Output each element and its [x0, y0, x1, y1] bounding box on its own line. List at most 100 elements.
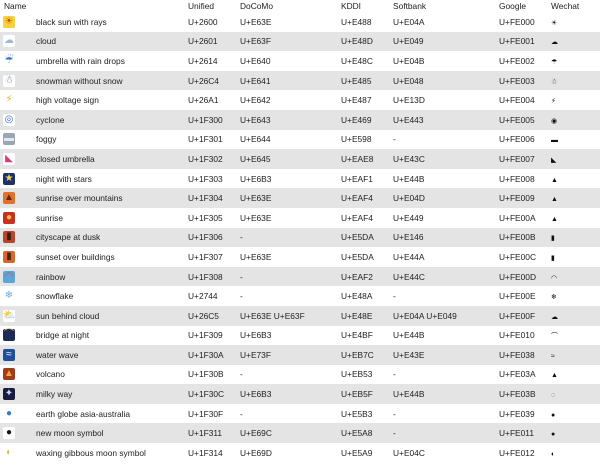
emoji-name: snowflake: [34, 286, 184, 306]
header-softbank[interactable]: Softbank: [389, 0, 495, 12]
emoji-name: black sun with rays: [34, 12, 184, 32]
softbank-code: U+E44C: [389, 266, 495, 287]
bridge-night-icon: ⌒: [3, 329, 15, 342]
cityscape-dusk-icon: ▮: [3, 231, 15, 244]
kddi-code: U+EB5F: [337, 384, 389, 404]
wechat-icon: ≈: [551, 352, 555, 360]
softbank-code: U+E146: [389, 227, 495, 248]
wechat-cell: ●: [547, 423, 600, 444]
softbank-code: U+E04A U+E049: [389, 305, 495, 326]
sunrise-icon: ●: [3, 211, 15, 224]
closed-umbrella-icon: ◣: [3, 152, 15, 165]
google-code: U+FE005: [495, 109, 547, 130]
header-docomo[interactable]: DoCoMo: [236, 0, 337, 12]
unified-code: U+1F308: [184, 266, 236, 287]
docomo-code: U+E69D: [236, 443, 337, 463]
unified-code: U+1F314: [184, 443, 236, 463]
wechat-icon: ◣: [551, 156, 557, 164]
kddi-code: U+EAF2: [337, 266, 389, 287]
docomo-code: -: [236, 266, 337, 287]
wechat-icon: ▲: [551, 372, 558, 380]
header-kddi[interactable]: KDDI: [337, 0, 389, 12]
softbank-code: U+E443: [389, 109, 495, 130]
wechat-cell: ☂: [547, 51, 600, 71]
docomo-code: U+E640: [236, 51, 337, 71]
unified-code: U+1F306: [184, 227, 236, 248]
cloud-icon: ☁: [3, 35, 15, 48]
header-google[interactable]: Google: [495, 0, 547, 12]
snowman-icon: ☃: [3, 74, 15, 87]
emoji-cell: ◣: [0, 149, 34, 169]
header-name[interactable]: Name: [0, 0, 184, 12]
kddi-code: U+E598: [337, 129, 389, 150]
earth-globe-icon: ●: [3, 407, 15, 420]
wechat-cell: ▲: [547, 168, 600, 189]
wechat-cell: ☁: [547, 31, 600, 52]
table-row: ▮ sunset over buildings U+1F307 U+E63E U+E5D…: [0, 247, 600, 267]
table-row: ◐ waxing gibbous moon symbol U+1F314 U+E69D…: [0, 443, 600, 463]
wechat-icon: ▬: [551, 137, 558, 145]
table-row: ◣ closed umbrella U+1F302 U+E645 U+EAE8 U+E43…: [0, 149, 600, 169]
google-code: U+FE039: [495, 403, 547, 424]
table-row: ● sunrise U+1F305 U+E63E U+EAF4 U+E449 U+FE00A…: [0, 207, 600, 228]
emoji-cell: ⌒: [0, 325, 34, 346]
kddi-code: U+E48E: [337, 305, 389, 326]
docomo-code: U+E63E: [236, 188, 337, 208]
emoji-cell: ●: [0, 423, 34, 444]
unified-code: U+1F30A: [184, 345, 236, 365]
google-code: U+FE00E: [495, 286, 547, 306]
header-wechat[interactable]: Wechat: [547, 0, 600, 12]
unified-code: U+2744: [184, 286, 236, 306]
table-row: ☃ snowman without snow U+26C4 U+E641 U+E485 U…: [0, 70, 600, 91]
emoji-cell: ☃: [0, 70, 34, 91]
kddi-code: U+E5DA: [337, 247, 389, 267]
google-code: U+FE007: [495, 149, 547, 169]
emoji-cell: ⚡: [0, 90, 34, 110]
emoji-cell: ◎: [0, 109, 34, 130]
emoji-name: milky way: [34, 384, 184, 404]
docomo-code: U+E643: [236, 109, 337, 130]
softbank-code: U+E04C: [389, 443, 495, 463]
emoji-cell: ≈: [0, 345, 34, 365]
foggy-icon: ▬: [3, 133, 15, 146]
header-unified[interactable]: Unified: [184, 0, 236, 12]
kddi-code: U+EAF1: [337, 168, 389, 189]
kddi-code: U+EB7C: [337, 345, 389, 365]
emoji-name: sunrise over mountains: [34, 188, 184, 208]
kddi-code: U+EAE8: [337, 149, 389, 169]
wechat-cell: ▲: [547, 207, 600, 228]
wechat-icon: ◠: [551, 274, 558, 282]
kddi-code: U+E485: [337, 70, 389, 91]
kddi-code: U+E48A: [337, 286, 389, 306]
unified-code: U+1F307: [184, 247, 236, 267]
docomo-code: -: [236, 227, 337, 248]
unified-code: U+2601: [184, 31, 236, 52]
kddi-code: U+EAF4: [337, 188, 389, 208]
table-row: ★ night with stars U+1F303 U+E6B3 U+EAF1 U+E4…: [0, 168, 600, 189]
softbank-code: U+E049: [389, 31, 495, 52]
milky-way-icon: ✦: [3, 388, 15, 401]
new-moon-icon: ●: [3, 427, 15, 440]
emoji-name: snowman without snow: [34, 70, 184, 91]
docomo-code: U+E63E: [236, 12, 337, 32]
unified-code: U+2614: [184, 51, 236, 71]
sunrise-mountains-icon: ▲: [3, 192, 15, 205]
wechat-cell: ☁: [547, 305, 600, 326]
emoji-cell: ▲: [0, 188, 34, 208]
unified-code: U+26C4: [184, 70, 236, 91]
emoji-name: night with stars: [34, 168, 184, 189]
docomo-code: U+E73F: [236, 345, 337, 365]
wechat-icon: ❄: [551, 294, 557, 302]
kddi-code: U+E5DA: [337, 227, 389, 248]
emoji-cell: ▮: [0, 247, 34, 267]
table-row: ✦ milky way U+1F30C U+E6B3 U+EB5F U+E44B U+FE0…: [0, 384, 600, 404]
kddi-code: U+E469: [337, 109, 389, 130]
emoji-name: sunset over buildings: [34, 247, 184, 267]
wechat-cell: ◠: [547, 266, 600, 287]
wechat-icon: ☁: [551, 39, 558, 47]
wechat-icon: ▲: [551, 215, 558, 223]
kddi-code: U+E5A9: [337, 443, 389, 463]
wechat-icon: ▲: [551, 196, 558, 204]
emoji-cell: ▮: [0, 227, 34, 248]
table-row: ◠ rainbow U+1F308- U+EAF2 U+E44C U+FE00D ◠: [0, 266, 600, 287]
